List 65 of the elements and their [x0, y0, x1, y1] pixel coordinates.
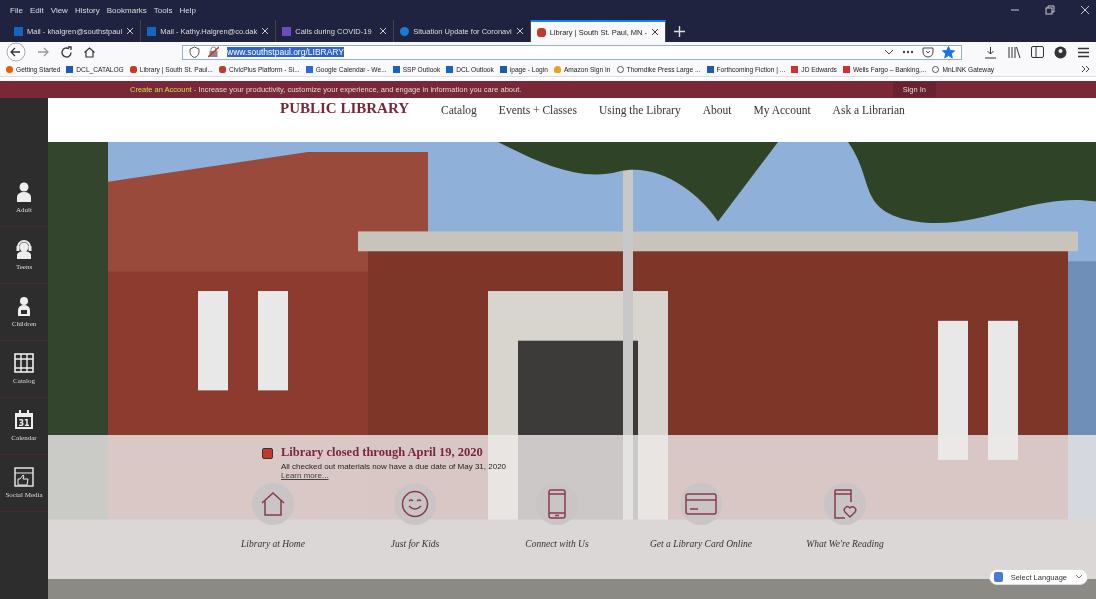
- menu-item[interactable]: Tools: [153, 5, 173, 15]
- list-icon: [282, 26, 292, 36]
- lock-icon: [208, 46, 219, 58]
- site-icon: [536, 27, 546, 37]
- mail-icon: [147, 26, 157, 36]
- nav-link[interactable]: Events + Classes: [498, 100, 577, 116]
- menu-item[interactable]: History: [74, 5, 100, 15]
- nav-link[interactable]: About: [702, 100, 732, 116]
- address-bar[interactable]: www.southstpaul.org/LIBRARY: [182, 44, 962, 60]
- overflow-icon[interactable]: [1081, 65, 1090, 73]
- smiley-icon: [401, 490, 429, 518]
- reload-icon[interactable]: [60, 45, 73, 59]
- quick-link-button[interactable]: [824, 483, 866, 525]
- alert-title: Library closed through April 19, 2020: [281, 445, 484, 460]
- shield-icon: [189, 46, 200, 58]
- alert-text: All checked out materials now have a due date of May 31, 2020: [281, 462, 507, 471]
- nav-link[interactable]: Using the Library: [598, 100, 681, 116]
- thumbs-up-icon: [14, 467, 34, 487]
- library-logo-text[interactable]: PUBLIC LIBRARY: [280, 100, 410, 117]
- quick-link-label[interactable]: Connect with Us: [525, 539, 589, 549]
- account-icon[interactable]: [1054, 45, 1067, 59]
- menu-item[interactable]: Bookmarks: [106, 5, 147, 15]
- book-heart-icon: [832, 489, 858, 519]
- sidebar-icon[interactable]: [1031, 46, 1044, 58]
- learn-more-link[interactable]: Learn more...: [281, 471, 329, 480]
- url-text: www.southstpaul.org/LIBRARY: [227, 47, 344, 57]
- nav-link[interactable]: Ask a Librarian: [832, 100, 905, 116]
- quick-link-button[interactable]: [680, 483, 722, 525]
- menu-item[interactable]: Help: [179, 5, 196, 15]
- quick-link-label[interactable]: Just for Kids: [390, 539, 440, 549]
- menu-icon[interactable]: [1077, 46, 1090, 58]
- quick-link-button[interactable]: [252, 483, 294, 525]
- nav-link[interactable]: My Account: [753, 100, 811, 116]
- quick-link-button[interactable]: [394, 483, 436, 525]
- back-icon[interactable]: [6, 42, 26, 62]
- download-icon[interactable]: [984, 45, 997, 59]
- dropdown-icon[interactable]: [884, 48, 894, 56]
- star-icon[interactable]: [942, 45, 955, 59]
- mail-icon: [14, 26, 23, 36]
- library-icon[interactable]: [1007, 45, 1021, 59]
- site-icon: [400, 26, 410, 36]
- calendar-day: 31: [18, 418, 30, 428]
- person-icon: [16, 182, 32, 202]
- home-icon[interactable]: [83, 45, 96, 59]
- child-icon: [16, 296, 32, 316]
- menu-item[interactable]: View: [50, 5, 68, 15]
- forward-icon[interactable]: [36, 45, 50, 59]
- new-tab-icon[interactable]: [674, 25, 686, 37]
- card-icon: [685, 493, 717, 515]
- headphones-icon: [15, 239, 33, 259]
- quick-link-label[interactable]: What We're Reading: [806, 539, 884, 549]
- menu-item[interactable]: File: [10, 5, 23, 15]
- pocket-icon[interactable]: [922, 46, 934, 58]
- catalog-icon: [14, 353, 34, 373]
- nav-link[interactable]: Catalog: [441, 100, 477, 116]
- quick-link-label[interactable]: Get a Library Card Online: [649, 539, 752, 549]
- house-icon: [260, 491, 286, 517]
- restore-icon[interactable]: [1045, 5, 1055, 15]
- alert-icon: [262, 448, 273, 459]
- menu-item[interactable]: Edit: [29, 5, 44, 15]
- phone-icon: [548, 489, 566, 519]
- more-icon[interactable]: [902, 50, 914, 54]
- caret-icon: [1075, 574, 1083, 580]
- close-icon[interactable]: [651, 28, 660, 36]
- quick-link-label[interactable]: Library at Home: [241, 539, 305, 549]
